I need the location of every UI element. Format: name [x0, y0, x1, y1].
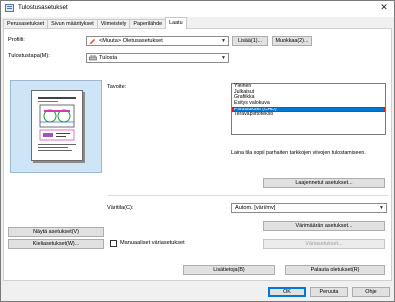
- language-settings-button[interactable]: Kieliasetukset(W)...: [8, 239, 104, 249]
- list-item[interactable]: Teräväpiirtoteksti: [232, 112, 385, 118]
- restore-defaults-button[interactable]: Palauta oletukset(R): [285, 265, 385, 275]
- output-method-label: Tulostustapa(M):: [8, 53, 50, 59]
- output-method-value: Tulosta: [99, 55, 118, 61]
- goal-listbox[interactable]: Yleinen Julkaisut Grafiikka Esitys valok…: [231, 83, 386, 135]
- ok-button[interactable]: OK: [268, 287, 306, 297]
- color-settings-button[interactable]: Värimäärän asetukset...: [263, 221, 385, 231]
- manual-color-label: Manuaaliset väriasetukset: [120, 240, 185, 246]
- close-button[interactable]: ✕: [379, 2, 389, 13]
- window-title: Tulostusasetukset: [18, 4, 68, 11]
- goal-label: Tavoite:: [107, 84, 127, 90]
- tab-quality[interactable]: Laatu: [165, 17, 187, 29]
- chevron-down-icon: ▼: [221, 55, 226, 61]
- manual-color-checkbox[interactable]: [110, 240, 117, 247]
- profile-value: <Muuta> Oletusasetukset: [99, 38, 163, 44]
- color-mode-label: Väritila(C):: [107, 205, 134, 211]
- cancel-button[interactable]: Peruuta: [310, 287, 348, 297]
- output-method-select[interactable]: Tulosta ▼: [86, 53, 229, 63]
- advanced-settings-button[interactable]: Laajennetut asetukset...: [263, 178, 385, 188]
- layout-preview: [10, 80, 102, 173]
- chevron-down-icon: ▼: [221, 38, 226, 44]
- page-preview-image: [31, 90, 83, 161]
- chevron-down-icon: ▼: [379, 205, 384, 211]
- more-info-button[interactable]: Lisätietoja(B): [183, 265, 275, 275]
- color-adjust-button[interactable]: Väriasetukset...: [263, 239, 385, 249]
- edit-profile-button[interactable]: Muokkaa(2)...: [272, 36, 312, 46]
- pencil-icon: [89, 39, 95, 44]
- color-mode-select[interactable]: Autom. [väri/mv] ▼: [231, 203, 387, 213]
- goal-description: Laina tila sopii parhaiten tarkkojen vii…: [231, 150, 366, 156]
- divider: [108, 195, 388, 196]
- show-settings-button[interactable]: Näytä asetukset(V): [8, 227, 104, 237]
- add-profile-button[interactable]: Lisää(1)...: [232, 36, 268, 46]
- profile-label: Profiili:: [8, 37, 25, 43]
- printer-icon: [89, 55, 97, 61]
- printer-settings-icon: [5, 4, 14, 12]
- help-button[interactable]: Ohje: [352, 287, 390, 297]
- profile-select[interactable]: <Muuta> Oletusasetukset ▼: [86, 36, 229, 46]
- color-mode-value: Autom. [väri/mv]: [235, 205, 276, 211]
